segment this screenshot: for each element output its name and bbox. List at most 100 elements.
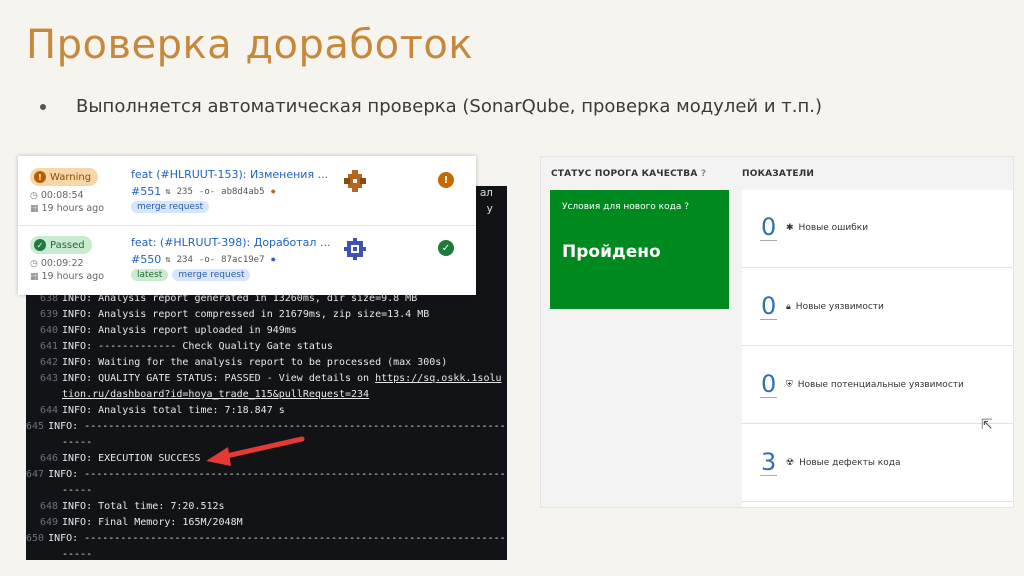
sonarqube-panel: СТАТУС ПОРОГА КАЧЕСТВА ? ПОКАЗАТЕЛИ Усло… [540,156,1014,508]
quality-gate-header: СТАТУС ПОРОГА КАЧЕСТВА ? [551,169,706,179]
warning-status-icon[interactable]: ! [438,172,454,188]
line-number [26,389,62,405]
terminal-line: 639 INFO: Analysis report compressed in 2… [26,309,507,325]
metric-label: 🔒︎ Новые уязвимости [786,302,884,312]
ago-text: 19 hours ago [41,203,105,214]
terminal-line: 646 INFO: EXECUTION SUCCESS [26,453,507,469]
line-number: 644 [39,405,58,416]
pipeline-id-link[interactable]: #550 [131,253,161,266]
metric-label: ✱ Новые ошибки [786,223,868,233]
terminal-line: 638 INFO: Analysis report generated in 13… [26,293,507,309]
line-text: INFO: ----------------------------------… [48,533,507,544]
line-number: 650 [26,533,45,544]
pipeline-tags: latest merge request [131,269,254,281]
pipeline-tags: merge request [131,201,213,213]
terminal-line: 645 INFO: -------------------------------… [26,421,507,437]
terminal-line: tion.ru/dashboard?id=hoya_trade_115&pull… [26,389,507,405]
line-text: INFO: Analysis total time: 7:18.847 s [62,405,285,416]
terminal-line: 641 INFO: ------------- Check Quality Gat… [26,341,507,357]
metric-label-text: Новые ошибки [798,223,869,233]
metric-label: ☢ Новые дефекты кода [786,458,900,468]
pipeline-id-link[interactable]: #551 [131,185,161,198]
sonarqube-dashboard-link[interactable]: https://sq.oskk.1solu [375,373,501,389]
pipeline-duration: ◷ 00:09:22 [30,258,84,269]
qg-header-text: СТАТУС ПОРОГА КАЧЕСТВА [551,169,698,179]
line-number: 642 [39,357,58,368]
metrics-list: 0 ✱ Новые ошибки 0 🔒︎ Новые уязвимости 0… [742,190,1013,507]
terminal-line: 644 INFO: Analysis total time: 7:18.847 s [26,405,507,421]
metric-value[interactable]: 0 [760,371,778,398]
metric-value[interactable]: 3 [760,449,778,476]
status-badge[interactable]: ! Warning [30,168,99,186]
line-number [26,485,62,501]
quality-gate-status[interactable]: Условия для нового кода ? Пройдено [550,190,729,309]
terminal-line: ----- [26,485,507,501]
help-icon[interactable]: ? [684,202,689,212]
pipeline-row[interactable]: ! Warning ◷ 00:08:54 ▦ 19 hours ago feat… [18,158,476,226]
qg-subtitle-text: Условия для нового кода [562,202,682,212]
qg-subtitle: Условия для нового кода ? [562,202,689,212]
line-text: INFO: QUALITY GATE STATUS: PASSED - View… [62,373,376,384]
line-text: INFO: EXECUTION SUCCESS [62,453,201,464]
metric-new-vulnerabilities: 0 🔒︎ Новые уязвимости [742,268,1013,346]
commit-sha[interactable]: 87ac19e7 [221,255,264,265]
sonarqube-dashboard-link[interactable]: tion.ru/dashboard?id=hoya_trade_115&pull… [62,389,369,405]
line-number: 646 [39,453,58,464]
terminal-line: ----- [26,437,507,453]
commit-icon: -o- [198,254,216,265]
mr-count[interactable]: 235 [177,187,193,197]
merge-request-icon: ⇅ [165,186,171,197]
terminal-line: 640 INFO: Analysis report uploaded in 949… [26,325,507,341]
pipeline-row[interactable]: ✓ Passed ◷ 00:09:22 ▦ 19 hours ago feat:… [18,226,476,294]
metric-label-text: Новые уязвимости [795,302,884,312]
line-number: 640 [39,325,58,336]
line-text: INFO: Analysis report compressed in 2167… [62,309,430,320]
author-avatar-icon: ✸ [270,254,276,265]
line-number: 647 [26,469,45,480]
line-text: INFO: Analysis report uploaded in 949ms [62,325,297,336]
avatar[interactable] [344,238,366,260]
status-label: Passed [50,239,85,251]
commit-sha[interactable]: ab8d4ab5 [221,187,264,197]
line-number: 639 [39,309,58,320]
metrics-header: ПОКАЗАТЕЛИ [742,169,815,179]
line-text: INFO: Waiting for the analysis report to… [62,357,448,368]
metric-new-hotspots: 0 ⛨ Новые потенциальные уязвимости [742,346,1013,424]
pipeline-ids: #550 ⇅ 234 -o- 87ac19e7 ✸ [131,253,282,266]
code-smell-icon: ☢ [786,458,795,468]
terminal-fragment: y [486,202,493,215]
pipeline-ids: #551 ⇅ 235 -o- ab8d4ab5 ✸ [131,185,282,198]
status-badge[interactable]: ✓ Passed [30,236,92,254]
tag-merge-request[interactable]: merge request [172,269,251,281]
terminal-line: 642 INFO: Waiting for the analysis report… [26,357,507,373]
bug-icon: ✱ [786,223,794,233]
help-icon[interactable]: ? [701,169,706,179]
line-text: INFO: Analysis report generated in 13260… [62,293,418,304]
bullet-dot-icon [40,103,46,110]
pipeline-title-link[interactable]: feat: (#HLRUUT-398): Доработал ... [131,236,330,249]
clock-icon: ◷ [30,190,38,201]
pipeline-ago: ▦ 19 hours ago [30,271,104,282]
avatar[interactable] [344,170,366,192]
passed-status-icon[interactable]: ✓ [438,240,454,256]
line-number: 641 [39,341,58,352]
terminal-line: ----- [26,549,507,560]
line-text: INFO: Total time: 7:20.512s [62,501,225,512]
tag-latest[interactable]: latest [131,269,169,281]
clock-icon: ◷ [30,258,38,269]
line-number: 649 [39,517,58,528]
terminal-line: 643 INFO: QUALITY GATE STATUS: PASSED - V… [26,373,507,389]
line-text: INFO: ----------------------------------… [48,469,507,480]
shield-icon: ⛨ [786,380,793,390]
pipeline-title-link[interactable]: feat (#HLRUUT-153): Изменения ... [131,168,328,181]
line-number [26,437,62,453]
line-text: ----- [62,485,93,496]
metric-value[interactable]: 0 [760,214,778,241]
mr-count[interactable]: 234 [177,255,193,265]
calendar-icon: ▦ [30,203,39,214]
line-number: 638 [39,293,58,304]
tag-merge-request[interactable]: merge request [131,201,210,213]
slide-title: Проверка доработок [26,22,474,68]
metric-value[interactable]: 0 [760,293,778,320]
metric-label: ⛨ Новые потенциальные уязвимости [786,380,964,390]
